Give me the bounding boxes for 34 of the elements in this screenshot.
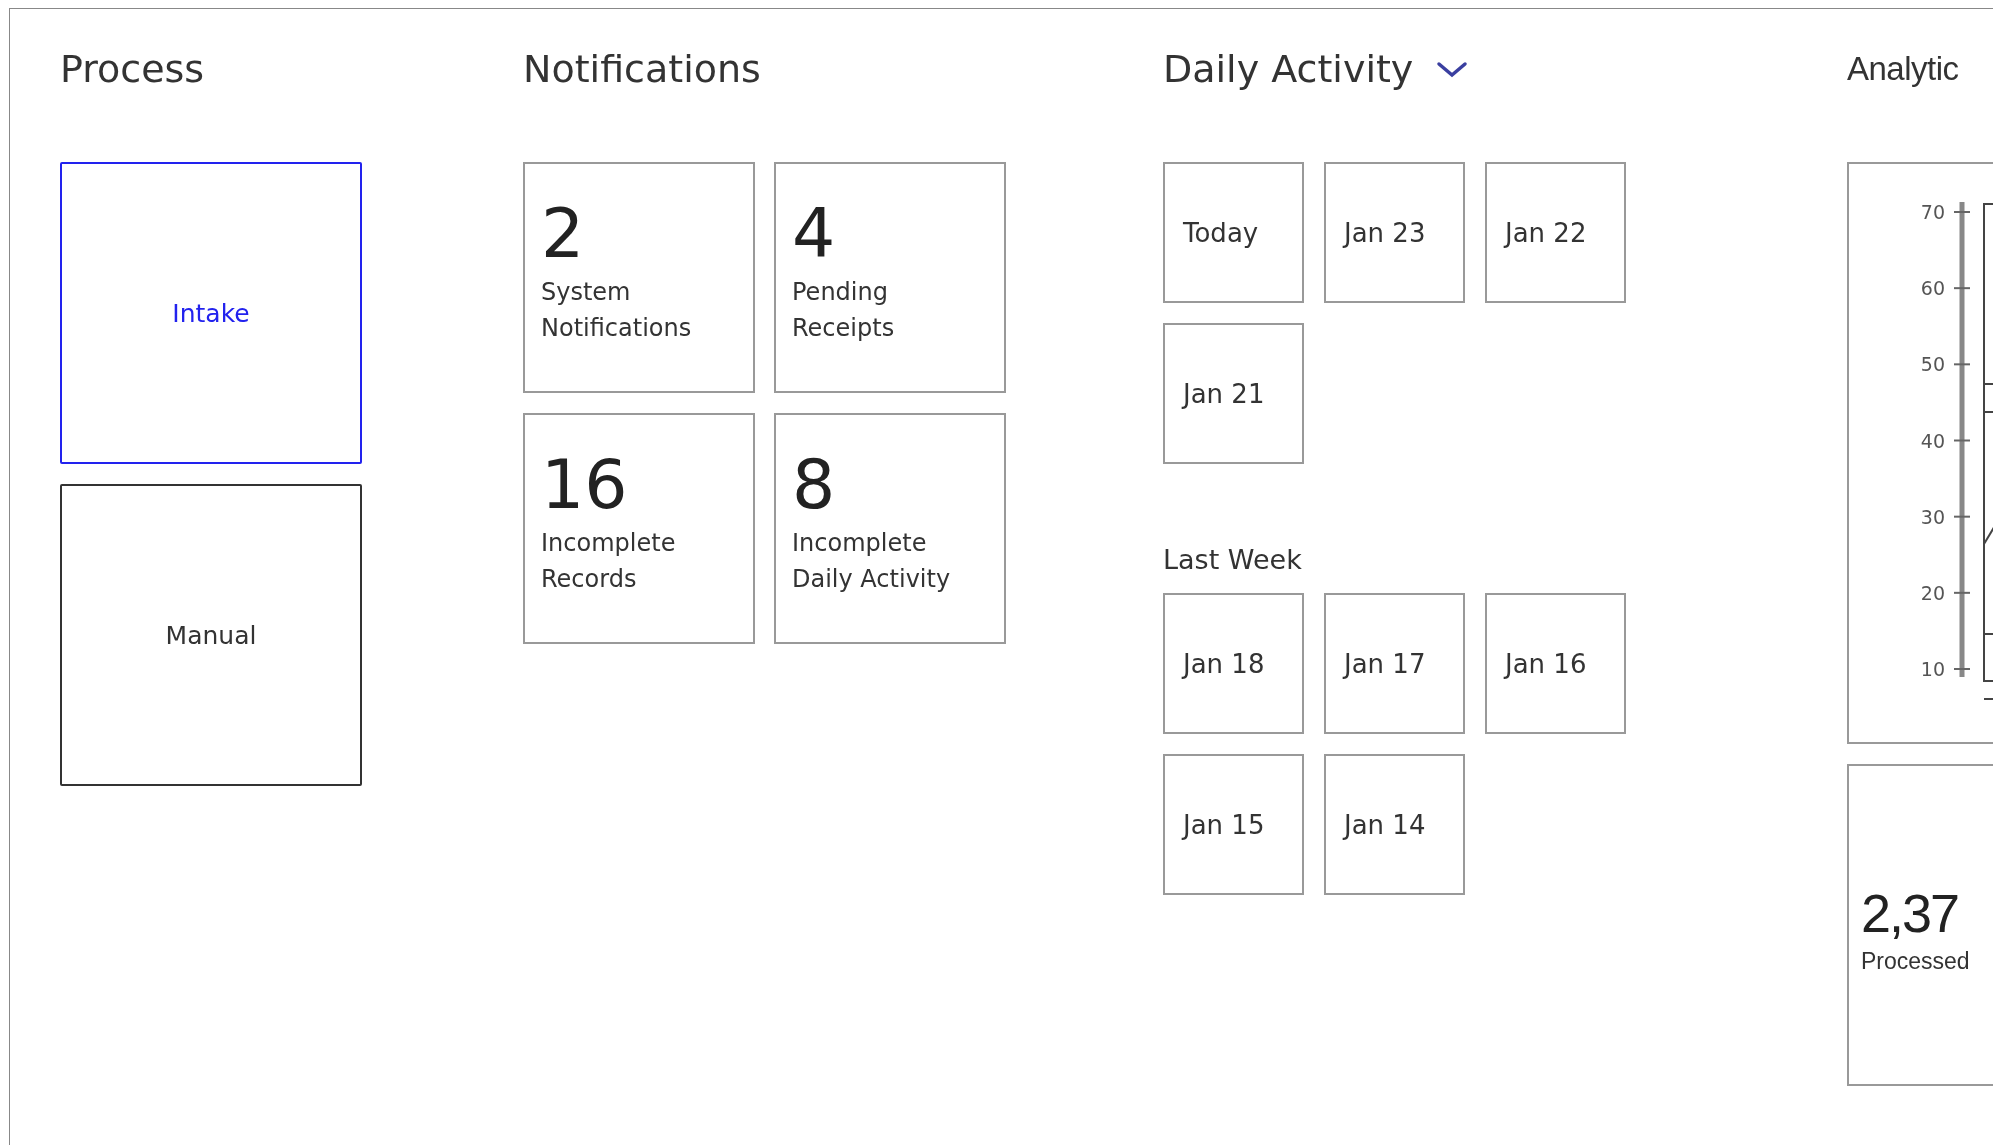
date-tile[interactable]: Jan 14 <box>1324 754 1465 895</box>
axis-tick-label: 20 <box>1920 581 1945 604</box>
section-title: Daily Activity <box>1163 46 1414 93</box>
process-tile[interactable]: Intake <box>60 162 362 464</box>
axis-tick-label: 50 <box>1920 353 1945 376</box>
notification-count: 16 <box>541 453 628 517</box>
section-title: Process <box>60 46 205 93</box>
axis-tick-label: 10 <box>1920 658 1945 680</box>
date-tile[interactable]: Jan 16 <box>1485 593 1626 734</box>
date-tile[interactable]: Today <box>1163 162 1304 303</box>
axis-tick-label: 40 <box>1920 429 1945 452</box>
stat-label: Processed <box>1861 948 1970 975</box>
process-tile[interactable]: Manual <box>60 484 362 786</box>
date-tile[interactable]: Jan 23 <box>1324 162 1465 303</box>
notification-count: 4 <box>792 202 836 266</box>
group-label: Last Week <box>1163 544 1302 575</box>
axis-tick-label: 70 <box>1920 201 1945 223</box>
date-tile[interactable]: Jan 21 <box>1163 323 1304 464</box>
notification-label: System Notifications <box>541 277 693 344</box>
date-tile[interactable]: Jan 17 <box>1324 593 1465 734</box>
notification-label: Incomplete Records <box>541 528 677 595</box>
stat-value: 2,37 <box>1861 882 1959 945</box>
axis-tick-label: 60 <box>1920 277 1945 300</box>
date-tile[interactable]: Jan 15 <box>1163 754 1304 895</box>
section-title: Analytic <box>1847 49 1959 89</box>
section-title: Notifications <box>523 46 761 93</box>
notification-label: Incomplete Daily Activity <box>792 528 952 595</box>
notification-count: 2 <box>541 202 585 266</box>
date-tile[interactable]: Jan 22 <box>1485 162 1626 303</box>
date-tile[interactable]: Jan 18 <box>1163 593 1304 734</box>
chevron-icon[interactable] <box>1435 59 1470 79</box>
notification-label: Pending Receipts <box>792 277 896 344</box>
notification-count: 8 <box>792 453 836 517</box>
axis-tick-label: 30 <box>1920 505 1945 528</box>
